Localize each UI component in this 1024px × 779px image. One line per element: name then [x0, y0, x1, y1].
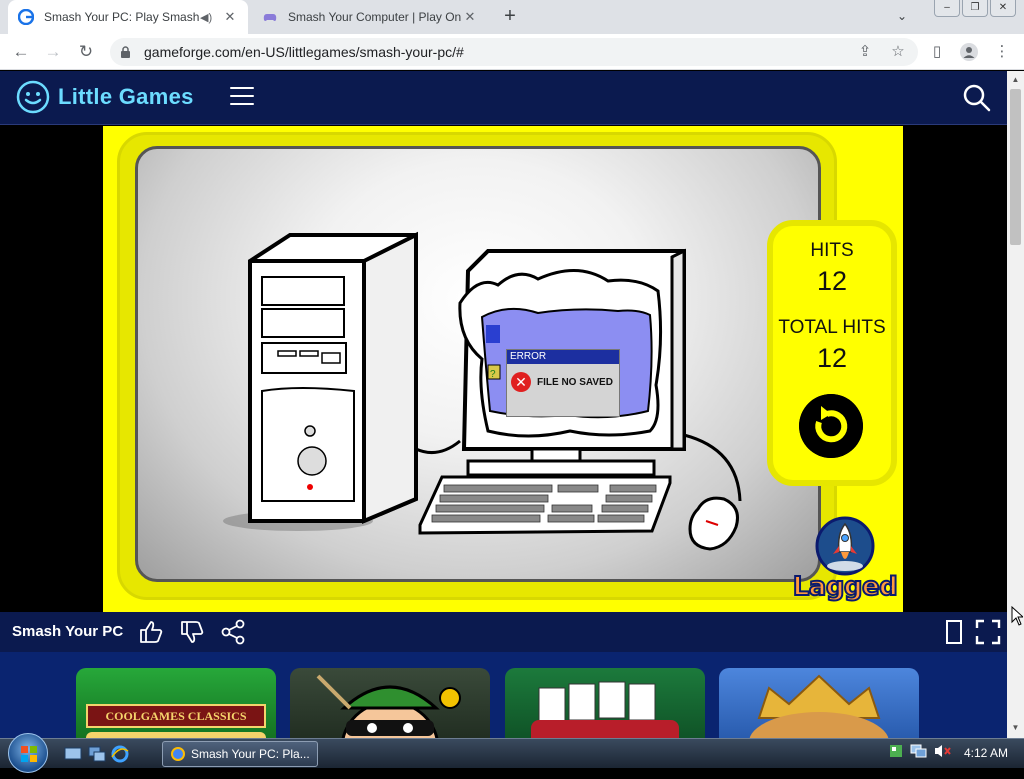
scroll-up-arrow-icon[interactable]: ▲: [1007, 73, 1024, 87]
minimize-button[interactable]: –: [934, 0, 960, 17]
mouse-cursor-icon: [1011, 606, 1023, 626]
forward-arrow-icon[interactable]: →: [42, 41, 64, 63]
tab-smash-your-pc[interactable]: Smash Your PC: Play Smash Y ◀︎) ✕: [8, 0, 248, 34]
scroll-down-arrow-icon[interactable]: ▼: [1007, 721, 1024, 735]
logo-text: Little Games: [58, 84, 194, 109]
close-tab-icon[interactable]: ✕: [462, 9, 478, 25]
game-canvas[interactable]: ? ERROR ✕ FILE NO SAVED HITS 12 TOTAL HI…: [103, 126, 903, 612]
lagged-logo[interactable]: Lagged: [787, 514, 903, 610]
lagged-text: Lagged: [792, 571, 899, 603]
error-message: FILE NO SAVED: [537, 376, 613, 388]
svg-text:?: ?: [490, 369, 496, 380]
taskbar-window-title: Smash Your PC: Pla...: [191, 747, 310, 761]
page-scrollbar[interactable]: ▲ ▼: [1007, 71, 1024, 738]
reload-icon[interactable]: ↻: [75, 41, 97, 63]
score-panel: HITS 12 TOTAL HITS 12: [767, 220, 897, 486]
game-card-solitaire[interactable]: [505, 668, 705, 748]
url-text: gameforge.com/en-US/littlegames/smash-yo…: [144, 44, 464, 60]
back-arrow-icon[interactable]: ←: [10, 41, 32, 63]
show-desktop-icon[interactable]: [64, 745, 82, 763]
system-tray: [888, 743, 952, 759]
total-hits-value: 12: [816, 343, 848, 373]
bookmark-star-icon[interactable]: ☆: [889, 43, 907, 61]
smiley-logo-icon: [16, 80, 50, 114]
tab-title: Smash Your Computer | Play Onl: [288, 10, 462, 24]
restart-icon[interactable]: [799, 394, 863, 458]
chrome-icon: [171, 747, 185, 761]
game-card-coolgames-classics[interactable]: COOLGAMES CLASSICS: [76, 668, 276, 748]
hits-value: 12: [816, 266, 848, 296]
king-thumbnail: [749, 674, 889, 748]
game-screen[interactable]: ?: [135, 146, 821, 582]
robber-thumbnail: [316, 674, 461, 748]
error-x-icon: ✕: [511, 372, 531, 392]
rocket-icon: [815, 516, 875, 576]
profile-avatar-icon[interactable]: [960, 43, 978, 61]
close-tab-icon[interactable]: ✕: [222, 9, 238, 25]
share-icon[interactable]: [220, 619, 246, 645]
site-header: Little Games: [0, 71, 1007, 125]
window-controls: – ❐ ✕: [934, 0, 1016, 18]
solitaire-thumbnail: [531, 681, 679, 748]
menu-hamburger-icon[interactable]: [230, 87, 254, 107]
error-dialog: ERROR ✕ FILE NO SAVED: [506, 349, 620, 417]
site-logo[interactable]: Little Games: [16, 80, 194, 114]
windows-logo-icon: [21, 746, 37, 762]
gamepad-favicon-icon: [262, 9, 278, 25]
volume-muted-icon[interactable]: [934, 743, 952, 759]
start-button[interactable]: [8, 733, 48, 773]
tab-strip: Smash Your PC: Play Smash Y ◀︎) ✕ Smash …: [0, 0, 1024, 34]
windows-taskbar: Smash Your PC: Pla... 4:12 AM: [0, 733, 1024, 773]
action-center-flag-icon[interactable]: [888, 743, 904, 759]
search-icon[interactable]: [962, 83, 992, 113]
related-games: COOLGAMES CLASSICS: [0, 652, 1007, 748]
lock-icon[interactable]: [120, 45, 132, 59]
error-dialog-title: ERROR: [507, 350, 619, 364]
computer-illustration[interactable]: ?: [138, 149, 821, 582]
game-card-king[interactable]: [719, 668, 919, 748]
switch-windows-icon[interactable]: [88, 745, 106, 763]
tab-smash-your-computer[interactable]: Smash Your Computer | Play Onl ✕: [252, 0, 488, 34]
total-hits-label: TOTAL HITS: [778, 317, 886, 338]
scroll-thumb[interactable]: [1010, 89, 1021, 245]
internet-explorer-icon[interactable]: [111, 745, 129, 763]
tab-title: Smash Your PC: Play Smash Y: [44, 10, 200, 24]
fullscreen-icon[interactable]: [975, 619, 1001, 645]
card-banner: COOLGAMES CLASSICS: [86, 704, 266, 728]
new-tab-button[interactable]: +: [500, 6, 520, 26]
game-info-bar: Smash Your PC: [0, 612, 1007, 652]
network-icon[interactable]: [910, 743, 928, 759]
hits-label: HITS: [810, 240, 854, 261]
address-bar[interactable]: gameforge.com/en-US/littlegames/smash-yo…: [110, 38, 918, 66]
browser-menu-icon[interactable]: ⋮: [993, 43, 1011, 61]
taskbar-chrome-window[interactable]: Smash Your PC: Pla...: [162, 741, 318, 767]
theater-mode-icon[interactable]: [941, 619, 967, 645]
thumbs-up-icon[interactable]: [138, 619, 164, 645]
side-panel-icon[interactable]: ▯: [928, 43, 946, 61]
system-clock: 4:12 AM: [964, 746, 1009, 760]
tab-search-chevron-icon[interactable]: ⌄: [897, 9, 907, 23]
close-window-button[interactable]: ✕: [990, 0, 1016, 17]
thumbs-down-icon[interactable]: [179, 619, 205, 645]
game-card-robber[interactable]: [290, 668, 490, 748]
audio-playing-icon[interactable]: ◀︎): [200, 11, 216, 24]
share-icon[interactable]: ⇪: [856, 43, 874, 61]
restore-button[interactable]: ❐: [962, 0, 988, 17]
gameforge-favicon-icon: [18, 9, 34, 25]
browser-toolbar: ← → ↻ gameforge.com/en-US/littlegames/sm…: [0, 34, 1024, 70]
game-title: Smash Your PC: [12, 623, 124, 640]
